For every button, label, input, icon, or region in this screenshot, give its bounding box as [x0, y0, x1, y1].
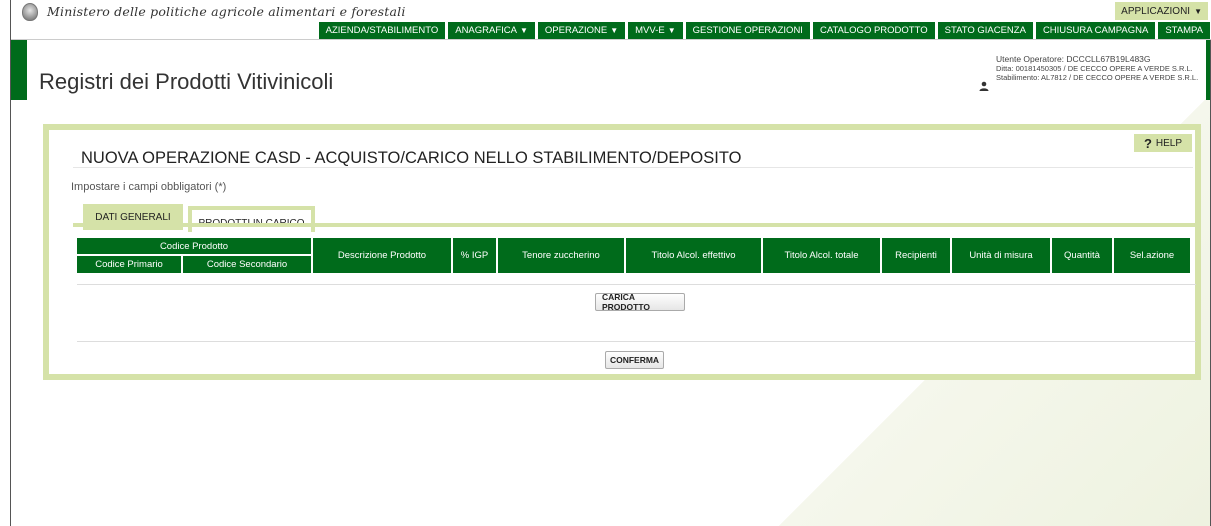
applicazioni-menu[interactable]: APPLICAZIONI ▼ [1115, 2, 1208, 20]
tab-underline [73, 223, 1199, 227]
nav-label: OPERAZIONE [544, 25, 608, 36]
nav-label: GESTIONE OPERAZIONI [692, 25, 803, 36]
user-icon [979, 81, 989, 91]
conferma-button[interactable]: CONFERMA [605, 351, 664, 369]
nav-label: AZIENDA/STABILIMENTO [325, 25, 439, 36]
nav-label: CATALOGO PRODOTTO [819, 25, 928, 36]
operation-title: NUOVA OPERAZIONE CASD - ACQUISTO/CARICO … [81, 149, 742, 167]
th-codice-secondario: Codice Secondario [183, 256, 311, 273]
products-table-header: Codice Prodotto Codice Primario Codice S… [77, 238, 1196, 273]
th-selezione: Sel.azione [1114, 238, 1190, 273]
nav-catalogo-prodotto[interactable]: CATALOGO PRODOTTO [812, 22, 935, 39]
nav-label: STAMPA [1165, 25, 1203, 36]
main-nav: AZIENDA/STABILIMENTO ANAGRAFICA ▼ OPERAZ… [318, 22, 1210, 39]
nav-chiusura-campagna[interactable]: CHIUSURA CAMPAGNA [1035, 22, 1156, 39]
user-info: Utente Operatore: DCCCLL67B19L483G Ditta… [996, 54, 1199, 83]
caret-down-icon: ▼ [1194, 6, 1202, 16]
th-titolo-alcol-effettivo: Titolo Alcol. effettivo [626, 238, 761, 273]
help-label: HELP [1155, 137, 1183, 149]
ministry-name: Ministero delle politiche agricole alime… [47, 4, 406, 19]
nav-stato-giacenza[interactable]: STATO GIACENZA [937, 22, 1033, 39]
help-question-icon: ? [1143, 135, 1152, 151]
required-fields-note: Impostare i campi obbligatori (*) [71, 181, 227, 193]
page-frame: Ministero delle politiche agricole alime… [10, 0, 1211, 526]
top-header: Ministero delle politiche agricole alime… [11, 0, 1211, 40]
tab-prodotti-in-carico[interactable]: PRODOTTI IN CARICO [188, 206, 315, 232]
nav-gestione-operazioni[interactable]: GESTIONE OPERAZIONI [685, 22, 810, 39]
nav-anagrafica[interactable]: ANAGRAFICA ▼ [448, 22, 535, 39]
caret-down-icon: ▼ [667, 26, 676, 35]
nav-operazione[interactable]: OPERAZIONE ▼ [537, 22, 626, 39]
nav-azienda-stabilimento[interactable]: AZIENDA/STABILIMENTO [318, 22, 446, 39]
page-title: Registri dei Prodotti Vitivinicoli [39, 69, 334, 94]
caret-down-icon: ▼ [610, 26, 619, 35]
stabilimento-info: Stabilimento: AL7812 / DE CECCO OPERE A … [996, 73, 1199, 82]
th-tenore-zuccherino: Tenore zuccherino [498, 238, 624, 273]
nav-label: STATO GIACENZA [944, 25, 1026, 36]
caret-down-icon: ▼ [520, 26, 528, 35]
th-titolo-alcol-totale: Titolo Alcol. totale [763, 238, 880, 273]
th-unita-di-misura: Unità di misura [952, 238, 1050, 273]
th-codice-primario: Codice Primario [77, 256, 181, 273]
th-igp: % IGP [453, 238, 496, 273]
divider [73, 167, 1193, 168]
nav-mvv-e[interactable]: MVV-E ▼ [628, 22, 683, 39]
ditta-info: Ditta: 00181450305 / DE CECCO OPERE A VE… [996, 64, 1193, 73]
divider [77, 341, 1196, 342]
th-recipienti: Recipienti [882, 238, 950, 273]
th-codice-prodotto: Codice Prodotto [77, 238, 311, 254]
th-descrizione-prodotto: Descrizione Prodotto [313, 238, 451, 273]
applicazioni-label: APPLICAZIONI [1121, 5, 1191, 17]
divider [77, 284, 1196, 285]
th-quantita: Quantità [1052, 238, 1112, 273]
help-button[interactable]: ? HELP [1134, 134, 1192, 152]
nav-label: CHIUSURA CAMPAGNA [1042, 25, 1149, 36]
nav-label: ANAGRAFICA [455, 25, 517, 36]
right-accent-bar [1206, 40, 1210, 100]
operation-panel: ? HELP NUOVA OPERAZIONE CASD - ACQUISTO/… [43, 124, 1201, 380]
carica-prodotto-button[interactable]: CARICA PRODOTTO [595, 292, 685, 312]
operator-id: Utente Operatore: DCCCLL67B19L483G [996, 54, 1151, 64]
codice-prodotto-group: Codice Prodotto Codice Primario Codice S… [77, 238, 311, 273]
nav-label: MVV-E [635, 25, 665, 36]
republic-emblem-icon [22, 3, 38, 21]
left-accent-bar [11, 40, 27, 100]
nav-stampa[interactable]: STAMPA [1158, 22, 1210, 39]
